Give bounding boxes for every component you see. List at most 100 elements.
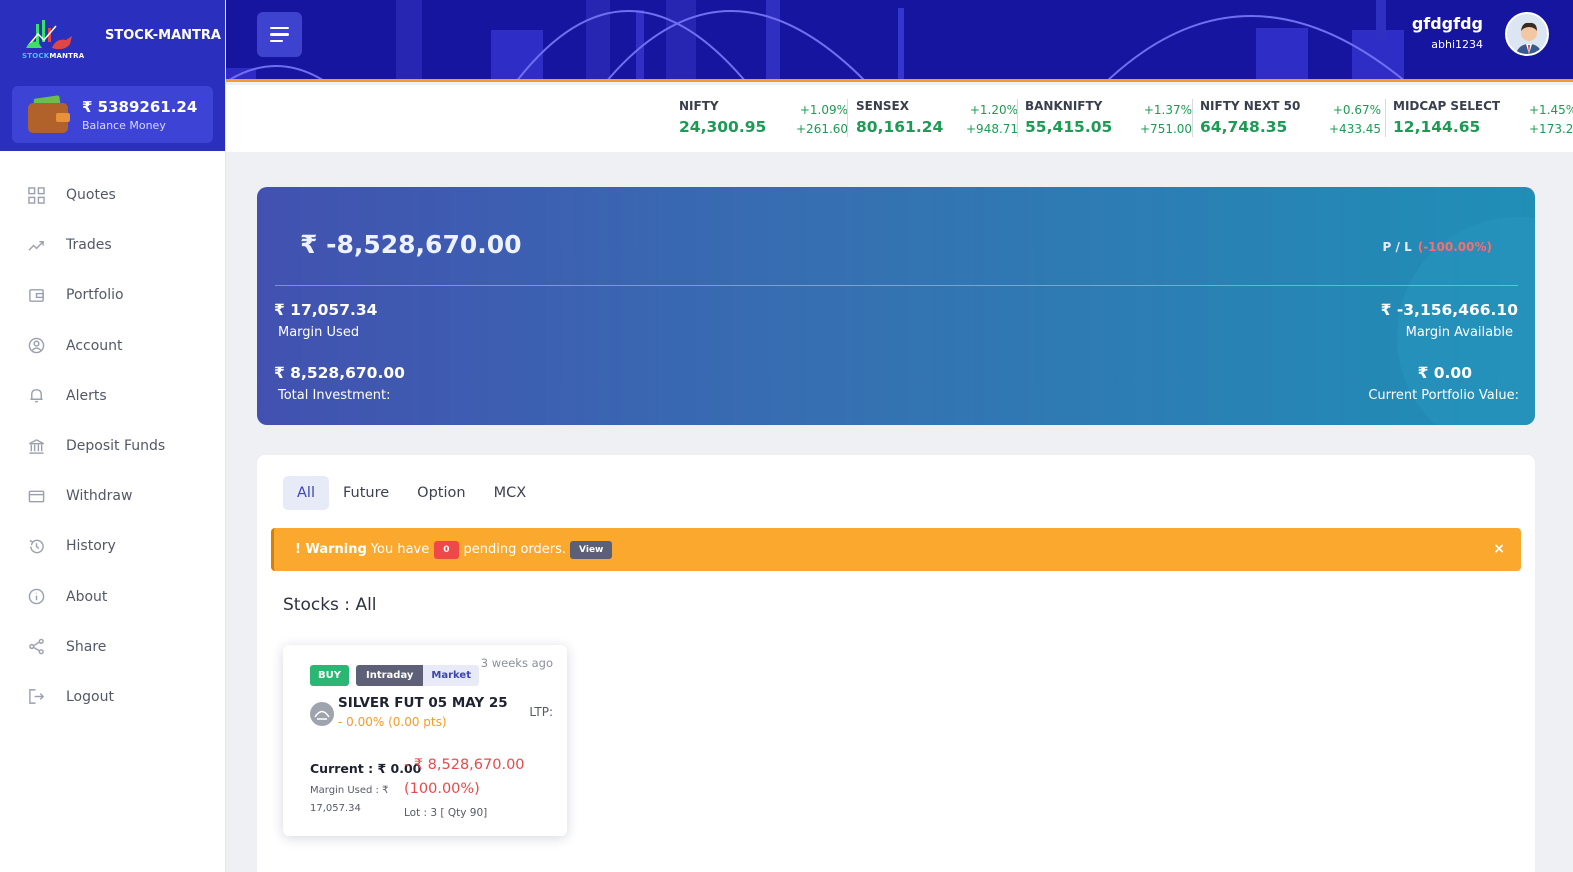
portfolio-value: ₹ 0.00: [1417, 364, 1472, 382]
info-icon: [28, 588, 45, 605]
lot-size: Lot : 3 [ Qty 90]: [404, 807, 488, 819]
margin-available-label: Margin Available: [1405, 325, 1513, 340]
menu-toggle-button[interactable]: [257, 12, 302, 57]
sidebar-item-label: About: [66, 588, 108, 605]
ticker-item[interactable]: NIFTY NEXT 50 64,748.35 +0.67% +433.45: [1200, 99, 1386, 137]
header-background-graphic: [226, 0, 1404, 79]
index-ticker: NIFTY 24,300.95 +1.09% +261.60 SENSEX 80,…: [226, 85, 1573, 152]
pending-count-badge: 0: [434, 540, 459, 559]
wallet-icon: [29, 289, 44, 302]
divider: [275, 285, 1518, 286]
ticker-item[interactable]: NIFTY 24,300.95 +1.09% +261.60: [679, 99, 848, 137]
sidebar-item-portfolio[interactable]: Portfolio: [0, 270, 226, 320]
credit-card-icon: [28, 490, 45, 503]
sidebar-header: STOCKMANTRA STOCK-MANTRA ₹ 5389261.24 Ba…: [0, 0, 225, 151]
margin-used: Margin Used : ₹ 17,057.34: [310, 785, 389, 814]
balance-amount: ₹ 5389261.24: [82, 97, 198, 116]
total-investment-label: Total Investment:: [278, 388, 391, 403]
user-info[interactable]: gfdgfdg abhi1234: [1412, 14, 1483, 51]
sidebar-item-label: Withdraw: [66, 488, 133, 505]
pl-percent: (-100.00%): [1417, 240, 1492, 254]
share-icon: [29, 638, 44, 655]
bull-bear-icon: [26, 20, 72, 50]
sidebar-item-trades[interactable]: Trades: [0, 220, 226, 270]
ticker-change: +1.20% +948.71: [966, 103, 1019, 136]
sidebar-item-label: Quotes: [66, 187, 116, 204]
position-pnl: - ₹ 8,528,670.00: [404, 757, 525, 773]
pl-indicator: P / L (-100.00%): [1382, 240, 1492, 254]
sidebar-item-logout[interactable]: Logout: [0, 672, 226, 722]
avatar[interactable]: [1505, 12, 1549, 56]
ticker-name: BANKNIFTY: [1025, 99, 1103, 113]
warning-text: You have: [370, 542, 430, 557]
product-badge: Intraday: [355, 665, 424, 686]
warning-text-2: pending orders.: [463, 542, 567, 557]
warning-title: ! Warning: [295, 542, 367, 557]
ticker-price: 12,144.65: [1393, 118, 1481, 136]
total-investment-value: ₹ 8,528,670.00: [274, 364, 405, 382]
history-icon: [29, 539, 44, 554]
user-name: gfdgfdg: [1411, 14, 1483, 33]
brand[interactable]: STOCKMANTRA STOCK-MANTRA: [22, 18, 221, 60]
top-header: gfdgfdg abhi1234: [226, 0, 1573, 82]
ticker-divider: [1192, 99, 1193, 137]
sidebar-nav: Quotes Trades Portfolio Account Alerts D…: [0, 170, 226, 722]
sidebar-item-alerts[interactable]: Alerts: [0, 371, 226, 421]
bank-icon: [29, 438, 44, 454]
sidebar-item-account[interactable]: Account: [0, 321, 226, 371]
close-icon[interactable]: ×: [1493, 541, 1505, 557]
view-orders-button[interactable]: View: [570, 540, 613, 559]
sidebar-item-deposit-funds[interactable]: Deposit Funds: [0, 421, 226, 471]
sidebar-item-label: Alerts: [66, 387, 107, 404]
position-symbol: SILVER FUT 05 MAY 25: [338, 695, 508, 711]
segment-tabs: All Future Option MCX: [283, 476, 540, 510]
pnl-value: ₹ -8,528,670.00: [300, 230, 522, 259]
ticker-divider: [1017, 99, 1018, 137]
ticker-item[interactable]: MIDCAP SELECT 12,144.65 +1.45%+173.25: [1393, 99, 1573, 136]
ticker-name: NIFTY: [679, 99, 719, 113]
ticker-price: 64,748.35: [1200, 118, 1288, 136]
ticker-name: MIDCAP SELECT: [1393, 99, 1501, 113]
user-circle-icon: [28, 337, 45, 354]
pending-orders-alert: ! Warning You have 0 pending orders. Vie…: [271, 528, 1521, 571]
sidebar-item-label: Account: [66, 337, 123, 354]
tab-option[interactable]: Option: [403, 476, 479, 510]
logout-icon: [29, 689, 45, 705]
position-time: 3 weeks ago: [480, 656, 553, 670]
ticker-name: SENSEX: [856, 99, 909, 113]
margin-used-value: ₹ 17,057.34: [274, 301, 378, 319]
tab-all[interactable]: All: [283, 476, 329, 510]
ticker-name: NIFTY NEXT 50: [1200, 99, 1301, 113]
user-id: abhi1234: [1431, 38, 1483, 51]
ticker-divider: [847, 99, 848, 137]
tab-mcx[interactable]: MCX: [480, 476, 541, 510]
sidebar-item-label: Share: [66, 638, 107, 655]
sidebar-item-label: Portfolio: [66, 287, 124, 304]
brand-name: STOCK-MANTRA: [105, 28, 221, 43]
sidebar-item-label: Deposit Funds: [66, 438, 166, 455]
ticker-change: +1.09% +261.60: [796, 103, 849, 136]
sidebar-item-quotes[interactable]: Quotes: [0, 170, 226, 220]
ticker-price: 55,415.05: [1025, 118, 1113, 136]
sidebar-item-label: Logout: [66, 688, 114, 705]
sidebar-item-about[interactable]: About: [0, 572, 226, 622]
sidebar-item-withdraw[interactable]: Withdraw: [0, 471, 226, 521]
commodity-icon: [310, 702, 334, 726]
portfolio-value-label: Current Portfolio Value:: [1368, 388, 1519, 403]
ltp-label: LTP:: [529, 705, 553, 719]
positions-panel: All Future Option MCX ! Warning You have…: [257, 455, 1535, 872]
ticker-item[interactable]: SENSEX 80,161.24 +1.20% +948.71: [856, 99, 1018, 137]
ticker-item[interactable]: BANKNIFTY 55,415.05 +1.37% +751.00: [1025, 99, 1193, 137]
brand-logo-text: STOCKMANTRA: [22, 52, 85, 60]
ticker-price: 80,161.24: [856, 118, 944, 136]
sidebar-item-history[interactable]: History: [0, 521, 226, 571]
sidebar: STOCKMANTRA STOCK-MANTRA ₹ 5389261.24 Ba…: [0, 0, 226, 872]
balance-card[interactable]: ₹ 5389261.24 Balance Money: [12, 86, 213, 143]
margin-used-label: Margin Used: [278, 325, 360, 340]
margin-available-value: ₹ -3,156,466.10: [1380, 301, 1518, 319]
sidebar-item-share[interactable]: Share: [0, 622, 226, 672]
position-change: - 0.00% (0.00 pts): [338, 715, 447, 729]
position-card[interactable]: 3 weeks ago BUY Intraday Market SILVER F…: [283, 645, 567, 836]
trending-up-icon: [28, 240, 44, 251]
tab-future[interactable]: Future: [329, 476, 403, 510]
